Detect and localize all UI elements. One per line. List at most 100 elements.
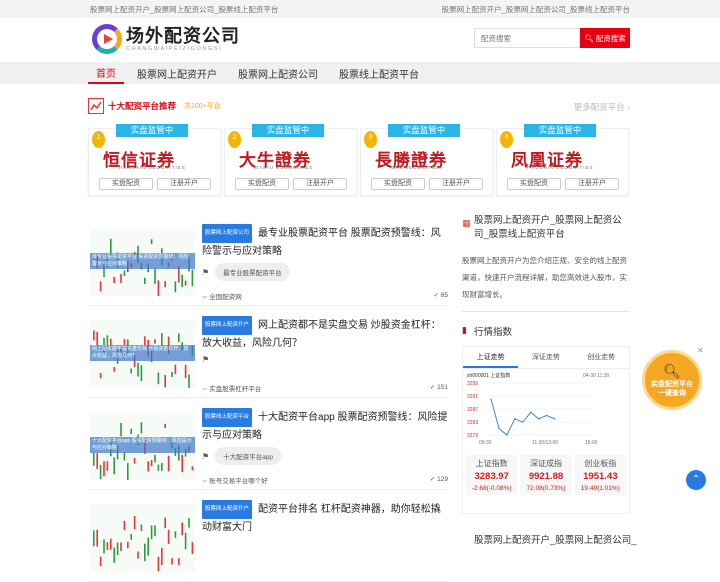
- search-button-label: 配资搜索: [595, 33, 626, 43]
- more-platforms-link[interactable]: 更多配资平台 ›: [574, 101, 630, 113]
- platform-lookup-badge[interactable]: 🔍︎ 实盘配资平台 一键查询: [642, 350, 702, 410]
- recommend-count: 共100+平台: [184, 103, 221, 110]
- sidebar-description: 股票网上配资开户为您介绍正规、安全的线上配资渠道，快速开户流程详解，助您高效进入…: [462, 256, 627, 299]
- tab-shenzhen[interactable]: 深证走势: [518, 347, 573, 368]
- logo-icon: [92, 24, 122, 54]
- y-tick-label: 3287: [467, 407, 478, 413]
- article-title[interactable]: 股票线上配资平台 十大配资平台app 股票配资预警线：风险提示与应对策略: [202, 408, 448, 444]
- data-point: [490, 398, 492, 400]
- broker-card[interactable]: 实盘监管中 1 恒信证券 HENGXIN SECURITIES 实盘配资 注册开户: [88, 124, 221, 196]
- data-point: [514, 418, 516, 420]
- article-tag[interactable]: 最专业股票配资平台: [215, 263, 290, 281]
- article-thumbnail[interactable]: 最专业股票配资平台 股票配资预警线：风险警示与应对策略: [90, 228, 195, 296]
- x-tick-label: 15:00: [585, 440, 598, 446]
- index-line: [490, 399, 555, 436]
- main-nav: 首页 股票网上配资开户 股票网上配资公司 股票线上配资平台: [0, 62, 720, 84]
- sidebar-title: ▦ 股票网上配资开户_股票网上配资公司_股票线上配资平台: [462, 215, 622, 240]
- article-thumbnail[interactable]: 网上配资都不是实盘交易 炒股资金杠杆：放大收益，风险几何？: [90, 320, 195, 388]
- nav-item-open-account[interactable]: 股票网上配资开户: [137, 62, 217, 85]
- topbar-right-text: 股票网上配资开户_股票网上配资公司_股票线上配资平台: [441, 4, 630, 14]
- register-button[interactable]: 注册开户: [429, 178, 483, 190]
- article-tag[interactable]: 十大配资平台app: [215, 447, 282, 465]
- register-button[interactable]: 注册开户: [293, 178, 347, 190]
- author-icon: ∽: [202, 386, 208, 393]
- category-badge[interactable]: 股票网上配资公司: [202, 224, 253, 243]
- broker-english-name: HENGXIN SECURITIES: [119, 165, 186, 170]
- index-card[interactable]: 上证指数 3283.97 -2.68(-0.08%): [466, 455, 518, 495]
- article-title[interactable]: 股票网上配资公司 最专业股票配资平台 股票配资预警线：风险警示与应对策略: [202, 224, 448, 260]
- logo-title: 场外配资公司: [126, 26, 240, 46]
- tag-icon: ⚑: [202, 451, 210, 461]
- thumbnail-caption: 最专业股票配资平台 股票配资预警线：风险警示与应对策略: [90, 253, 195, 269]
- site-logo[interactable]: 场外配资公司 CHANGWAIPEIZIGONGSI: [92, 24, 240, 54]
- real-trading-button[interactable]: 实盘配资: [235, 178, 289, 190]
- article-author[interactable]: ∽ 全国配资网: [202, 291, 242, 301]
- register-button[interactable]: 注册开户: [157, 178, 211, 190]
- register-button[interactable]: 注册开户: [565, 178, 619, 190]
- topbar-left-text: 股票网上配资开户_股票网上配资公司_股票线上配资平台: [90, 4, 279, 14]
- y-tick-label: 3295: [467, 381, 478, 387]
- chart-header: sh000001 上证指数: [467, 372, 510, 379]
- eye-icon: ✓: [433, 292, 439, 299]
- category-badge[interactable]: 股票线上配资平台: [202, 408, 253, 427]
- supervised-tag: 实盘监管中: [524, 124, 596, 137]
- broker-card[interactable]: 实盘监管中 2 大牛證券 DANIU SECURITIES 实盘配资 注册开户: [224, 124, 357, 196]
- index-name: 深证成指: [529, 459, 562, 468]
- x-tick-label: 11:30/13:00: [532, 440, 558, 446]
- tag-icon: ⚑: [202, 355, 210, 364]
- tab-shanghai[interactable]: 上证走势: [463, 347, 519, 368]
- tag-icon: ⚑: [202, 267, 210, 277]
- article-author[interactable]: ∽ 账号交易平台哪个好: [202, 475, 268, 485]
- article-title[interactable]: 股票网上配资开户 网上配资都不是实盘交易 炒股资金杠杆：放大收益，风险几何？: [202, 316, 448, 352]
- sidebar-intro: ▦ 股票网上配资开户_股票网上配资公司_股票线上配资平台 股票网上配资开户为您介…: [462, 214, 630, 312]
- nav-item-company[interactable]: 股票网上配资公司: [238, 62, 318, 85]
- logo-subtitle: CHANGWAIPEIZIGONGSI: [126, 46, 223, 52]
- supervised-tag: 实盘监管中: [388, 124, 460, 137]
- thumbnail-caption: 十大配资平台app 股票配资预警线：风险提示与应对策略: [90, 437, 195, 453]
- real-trading-button[interactable]: 实盘配资: [507, 178, 561, 190]
- index-chart: sh000001 上证指数 04-30 11:30 3295 3291 3287 3283…: [463, 369, 629, 447]
- trend-chart-icon: [88, 98, 104, 114]
- real-trading-button[interactable]: 实盘配资: [371, 178, 425, 190]
- tab-chinext[interactable]: 创业走势: [574, 347, 629, 368]
- badge-line1: 实盘配资平台: [651, 380, 693, 388]
- author-icon: ∽: [202, 294, 208, 301]
- index-card[interactable]: 创业板指 1951.43 19.49(1.01%): [574, 455, 626, 495]
- supervised-tag: 实盘监管中: [116, 124, 188, 137]
- view-count: ✓ 85: [433, 292, 449, 299]
- broker-card[interactable]: 实盘监管中 3 長勝證券 WIN SECURITIES 实盘配资 注册开户: [360, 124, 493, 196]
- y-tick-label: 3291: [467, 394, 478, 400]
- broker-english-name: DANIU SECURITIES: [255, 165, 314, 170]
- broker-english-name: PHOENIX SECURITIES: [527, 165, 594, 170]
- index-name: 创业板指: [584, 459, 617, 468]
- data-point: [538, 418, 540, 420]
- real-trading-button[interactable]: 实盘配资: [99, 178, 153, 190]
- article-item: 十大配资平台app 股票配资预警线：风险提示与应对策略 股票线上配资平台 十大配资平…: [88, 398, 448, 490]
- author-icon: ∽: [202, 478, 208, 485]
- category-badge[interactable]: 股票网上配资开户: [202, 500, 253, 519]
- broker-card[interactable]: 实盘监管中 4 凤凰证券 PHOENIX SECURITIES 实盘配资 注册开户: [496, 124, 629, 196]
- header: 场外配资公司 CHANGWAIPEIZIGONGSI 🔍︎ 配资搜索: [0, 18, 720, 62]
- category-badge[interactable]: 股票网上配资开户: [202, 316, 253, 335]
- search-button[interactable]: 🔍︎ 配资搜索: [580, 28, 630, 48]
- index-value: 9921.88: [528, 471, 564, 482]
- article-list: 最专业股票配资平台 股票配资预警线：风险警示与应对策略 股票网上配资公司 最专业股票…: [88, 214, 448, 582]
- eye-icon: ✓: [429, 384, 436, 391]
- eye-icon: ✓: [429, 476, 436, 483]
- article-author[interactable]: ∽ 实盘股票杠杆平台: [202, 383, 261, 393]
- article-thumbnail[interactable]: [90, 504, 195, 572]
- bookmark-icon: ▮: [462, 325, 467, 335]
- sidebar-next-title: 股票网上配资开户_股票网上配资公司_: [474, 535, 637, 546]
- back-to-top-button[interactable]: ⌃: [686, 470, 706, 490]
- view-count: ✓ 129: [429, 476, 448, 483]
- index-value: 3283.97: [474, 471, 509, 482]
- y-tick-label: 3283: [467, 420, 478, 426]
- article-title[interactable]: 股票网上配资开户 配资平台排名 杠杆配资神器，助你轻松撬动财富大门: [202, 500, 448, 536]
- search-input[interactable]: [474, 28, 580, 48]
- data-point: [546, 414, 548, 417]
- nav-item-home[interactable]: 首页: [88, 62, 124, 84]
- close-icon[interactable]: ✕: [697, 346, 704, 355]
- nav-item-platform[interactable]: 股票线上配资平台: [339, 62, 419, 85]
- index-card[interactable]: 深证成指 9921.88 72.08(0.73%): [520, 455, 572, 495]
- article-thumbnail[interactable]: 十大配资平台app 股票配资预警线：风险提示与应对策略: [90, 412, 195, 480]
